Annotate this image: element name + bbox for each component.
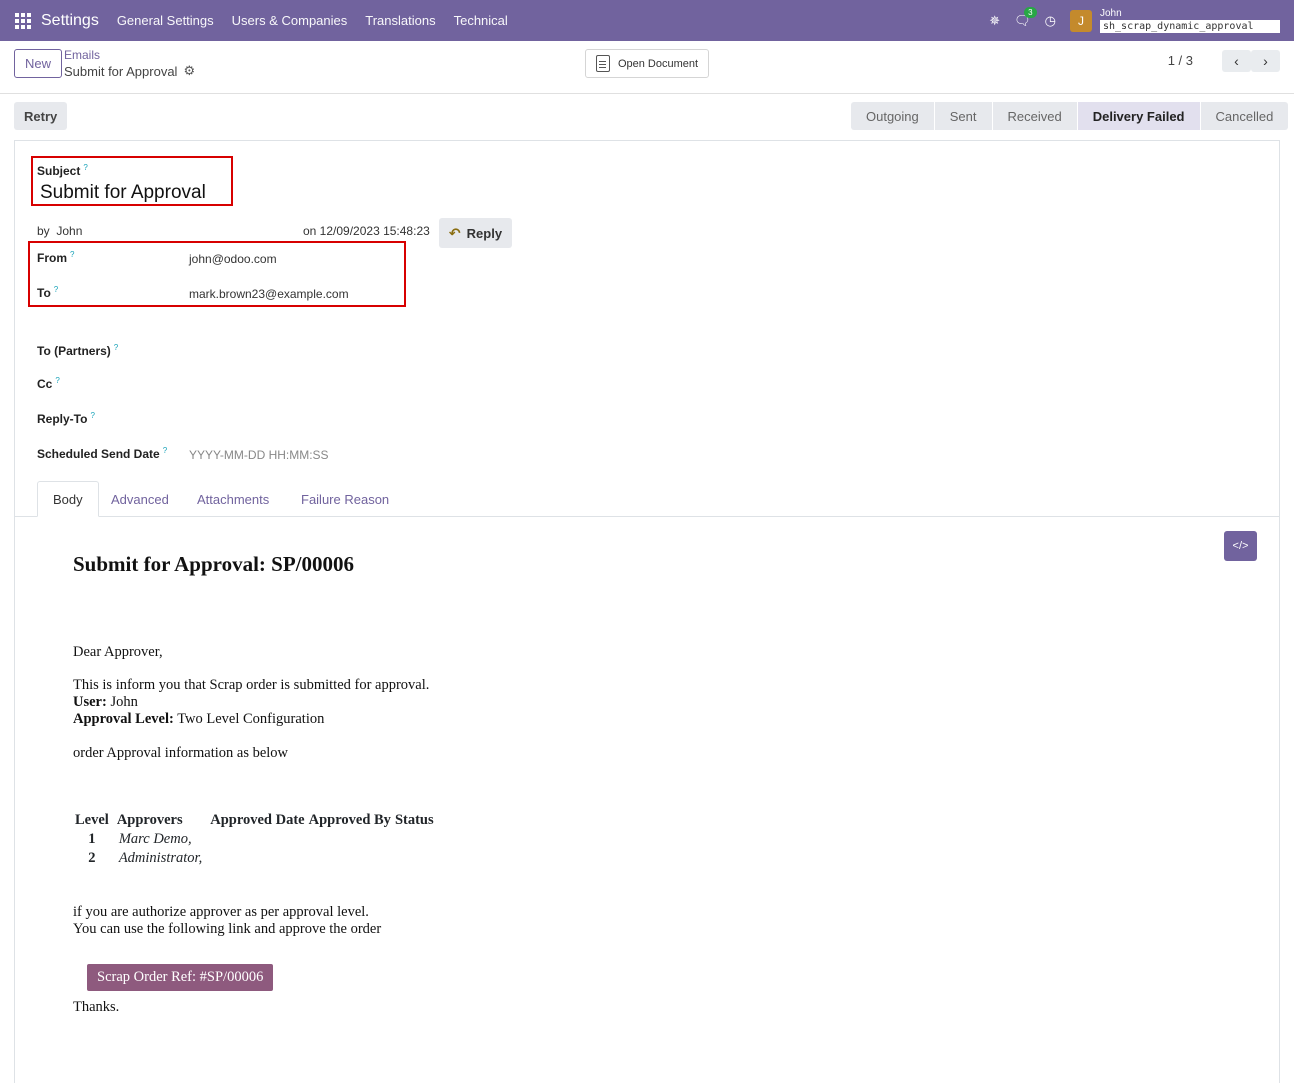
approver-cell: Administrator, [118, 850, 203, 866]
user-name: John [1100, 8, 1122, 19]
avatar[interactable]: J [1070, 9, 1092, 32]
chat-icon[interactable]: 🗨︎ 3 [1014, 6, 1037, 29]
menu-technical[interactable]: Technical [454, 13, 508, 28]
level-cell: 1 [88, 831, 96, 847]
status-outgoing[interactable]: Outgoing [851, 102, 935, 130]
user-menu[interactable]: John sh_scrap_dynamic_approval [1100, 8, 1280, 33]
date-text: on 12/09/2023 15:48:23 [303, 224, 430, 238]
mail-auth-line: if you are authorize approver as per app… [73, 904, 369, 920]
tab-advanced[interactable]: Advanced [111, 481, 169, 517]
mail-user-line: User: John [73, 694, 138, 710]
mail-title: Submit for Approval: SP/00006 [73, 552, 355, 576]
table-header: Approved Date [210, 812, 305, 828]
code-view-button[interactable]: </> [1224, 531, 1257, 561]
approver-cell: Marc Demo, [118, 831, 192, 847]
mail-greeting: Dear Approver, [73, 644, 163, 660]
clock-icon[interactable]: ◷ [1045, 13, 1056, 29]
table-row: 2 Administrator, [73, 849, 436, 868]
status-received[interactable]: Received [992, 102, 1078, 130]
menu-general-settings[interactable]: General Settings [117, 13, 214, 28]
tab-attachments[interactable]: Attachments [197, 481, 269, 517]
author-name[interactable]: John [56, 224, 82, 238]
mail-link-line: You can use the following link and appro… [73, 921, 382, 937]
status-cancelled[interactable]: Cancelled [1200, 102, 1289, 130]
reply-to-field[interactable] [189, 411, 589, 427]
open-document-button[interactable]: Open Document [585, 49, 709, 78]
new-button[interactable]: New [14, 49, 63, 78]
to-label: To? [37, 285, 59, 300]
table-row: 1 Marc Demo, [73, 830, 436, 849]
breadcrumb-current-label: Submit for Approval [64, 63, 178, 79]
gear-icon[interactable]: ⚙ [183, 63, 195, 79]
to-field[interactable]: mark.brown23@example.com [189, 287, 349, 301]
bug-icon[interactable]: ✵ [989, 13, 1000, 29]
table-header-row: Level Approvers Approved Date Approved B… [73, 811, 436, 830]
mail-level-line: Approval Level: Two Level Configuration [73, 711, 325, 727]
help-icon: ? [83, 163, 88, 172]
tab-failure-reason[interactable]: Failure Reason [301, 481, 389, 517]
database-name: sh_scrap_dynamic_approval [1100, 20, 1280, 33]
table-header: Approvers [116, 812, 183, 828]
reply-button[interactable]: ↶ Reply [439, 218, 512, 248]
pager-value[interactable]: 1 / 3 [1168, 53, 1193, 68]
tab-body[interactable]: Body [37, 481, 99, 517]
menu-users-companies[interactable]: Users & Companies [232, 13, 348, 28]
app-brand[interactable]: Settings [41, 12, 99, 30]
cc-field[interactable] [189, 376, 589, 392]
pager-next-button[interactable]: › [1251, 50, 1280, 72]
chat-badge: 3 [1024, 6, 1037, 18]
subject-field[interactable]: Submit for Approval [40, 182, 206, 204]
author-line: by John [37, 224, 83, 238]
mail-thanks: Thanks. [73, 999, 120, 1015]
table-header: Level [75, 812, 109, 828]
status-sent[interactable]: Sent [934, 102, 993, 130]
from-field[interactable]: john@odoo.com [189, 252, 277, 266]
status-bar: Outgoing Sent Received Delivery Failed C… [851, 102, 1289, 130]
mail-line-1: This is inform you that Scrap order is s… [73, 677, 430, 693]
scheduled-date-input[interactable]: YYYY-MM-DD HH:MM:SS [189, 448, 329, 462]
breadcrumb-emails[interactable]: Emails [64, 48, 100, 62]
control-panel: New Emails Submit for Approval ⚙ Open Do… [0, 41, 1294, 94]
document-icon [595, 55, 610, 72]
status-delivery-failed[interactable]: Delivery Failed [1077, 102, 1201, 130]
breadcrumb-current: Submit for Approval ⚙ [64, 63, 195, 79]
top-navbar: Settings General Settings Users & Compan… [0, 0, 1294, 41]
cc-label: Cc? [37, 376, 60, 391]
subject-label: Subject? [37, 163, 88, 178]
mail-info-line: order Approval information as below [73, 745, 289, 761]
level-cell: 2 [88, 850, 96, 866]
reply-to-label: Reply-To? [37, 411, 95, 426]
scheduled-date-label: Scheduled Send Date? [37, 446, 168, 461]
scrap-order-link-button[interactable]: Scrap Order Ref: #SP/00006 [87, 964, 274, 991]
menu-translations[interactable]: Translations [365, 13, 435, 28]
apps-grid-icon[interactable] [15, 12, 31, 29]
table-header: Status [394, 812, 434, 828]
from-label: From? [37, 250, 75, 265]
to-partners-field[interactable] [189, 343, 589, 359]
pager-previous-button[interactable]: ‹ [1222, 50, 1251, 72]
table-header: Approved By [308, 812, 391, 828]
approval-table: Level Approvers Approved Date Approved B… [73, 811, 436, 868]
notebook-tabs: Body Advanced Attachments Failure Reason [14, 481, 1280, 517]
retry-button[interactable]: Retry [14, 102, 68, 130]
reply-icon: ↶ [448, 224, 461, 241]
to-partners-label: To (Partners)? [37, 343, 119, 358]
open-document-label: Open Document [617, 57, 699, 70]
